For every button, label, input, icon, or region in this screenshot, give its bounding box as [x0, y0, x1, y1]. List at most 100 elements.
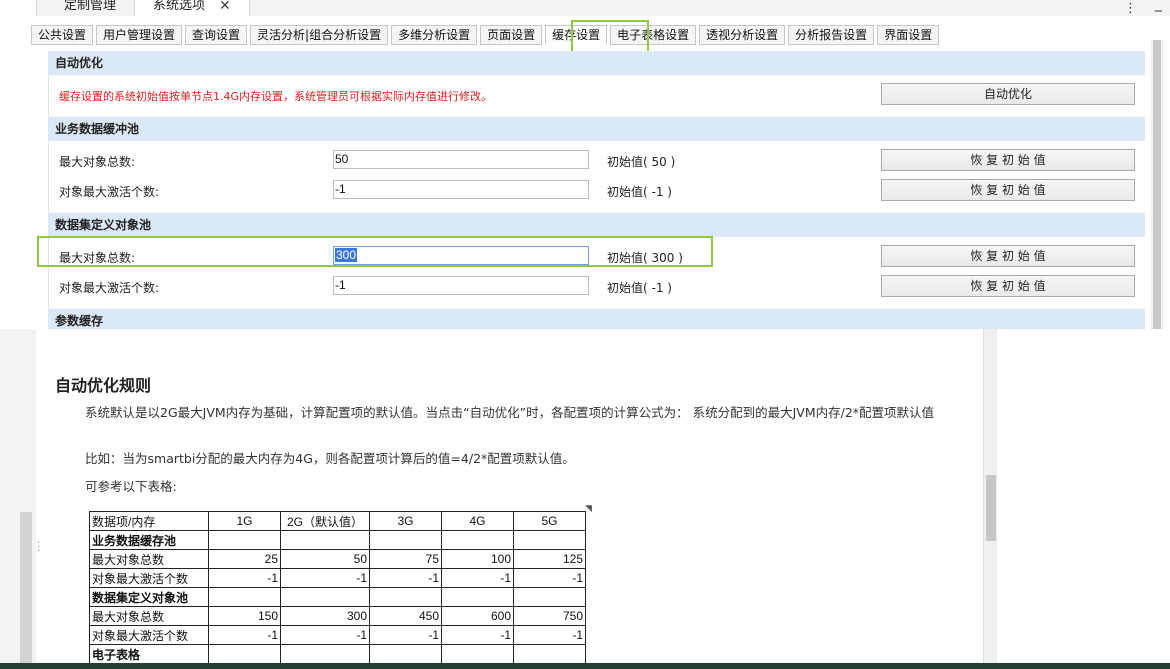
table-cell	[369, 530, 442, 550]
table-cell: 最大对象总数	[89, 606, 209, 626]
restore-default-button[interactable]: 恢 复 初 始 值	[881, 245, 1135, 267]
table-cell	[369, 587, 442, 607]
section-header-auto-optimize: 自动优化	[48, 51, 1145, 75]
dataset-max-active-objects-input[interactable]: -1	[333, 276, 589, 295]
table-cell: 450	[369, 606, 442, 626]
table-row: 对象最大激活个数 -1 -1 -1 -1 -1	[89, 568, 586, 588]
table-cell: 750	[513, 606, 586, 626]
table-cell: 25	[208, 549, 281, 569]
table-cell: -1	[208, 568, 281, 588]
table-cell: 对象最大激活个数	[89, 568, 209, 588]
table-cell: 300	[280, 606, 370, 626]
initial-value-text: 初始值( -1 )	[607, 185, 672, 199]
left-scrollbar[interactable]	[20, 512, 32, 669]
tab-olap-settings[interactable]: 多维分析设置	[391, 25, 478, 45]
tab-system-options[interactable]: 系统选项 ✕	[134, 0, 250, 16]
table-cell: 50	[280, 549, 370, 569]
paragraph-example: 比如：当为smartbi分配的最大内存为4G，则各配置项计算后的值=4/2*配置…	[85, 451, 575, 466]
tab-pivot-settings[interactable]: 透视分析设置	[699, 25, 786, 45]
auto-optimize-button[interactable]: 自动优化	[881, 83, 1135, 105]
restore-default-button[interactable]: 恢 复 初 始 值	[881, 149, 1135, 171]
label-max-active-objects: 对象最大激活个数:	[59, 281, 160, 295]
table-cell: 最大对象总数	[89, 549, 209, 569]
system-options-window: 定制管理 系统选项 ✕ ⋮ _ 公共设置 用户管理设置 查询设置 灵活分析|组合…	[0, 0, 1170, 329]
table-header-cell: 5G	[513, 511, 586, 531]
table-cell: -1	[441, 568, 514, 588]
table-cell: -1	[513, 568, 586, 588]
tab-user-management-settings[interactable]: 用户管理设置	[96, 25, 183, 45]
settings-tab-bar: 公共设置 用户管理设置 查询设置 灵活分析|组合分析设置 多维分析设置 页面设置…	[31, 25, 940, 45]
highlight-box-dataset-max-objects	[37, 236, 713, 267]
table-cell: 100	[441, 549, 514, 569]
table-cell: 对象最大激活个数	[89, 625, 209, 645]
table-cell: -1	[280, 568, 370, 588]
close-icon[interactable]: ✕	[219, 0, 231, 16]
table-cell	[208, 587, 281, 607]
tab-query-settings[interactable]: 查询设置	[185, 25, 248, 45]
tab-label: 定制管理	[64, 0, 117, 13]
section-header-business-data-pool: 业务数据缓冲池	[48, 117, 1145, 141]
label-max-object-total: 最大对象总数:	[59, 155, 136, 169]
table-cell: 150	[208, 606, 281, 626]
table-row: 对象最大激活个数 -1 -1 -1 -1 -1	[89, 625, 586, 645]
table-cell	[441, 644, 514, 664]
document-left-gutter: · · ·	[0, 329, 40, 669]
table-cell: 业务数据缓存池	[89, 530, 209, 550]
drag-handle-icon[interactable]: · · ·	[37, 539, 40, 557]
table-cell	[369, 644, 442, 664]
table-header-cell: 3G	[369, 511, 442, 531]
table-header-row: 数据项/内存 1G 2G（默认值） 3G 4G 5G	[89, 511, 586, 531]
minimize-icon[interactable]: _	[1155, 0, 1162, 12]
table-cell: 600	[441, 606, 514, 626]
table-row: 电子表格	[89, 644, 586, 664]
tab-interface-settings[interactable]: 界面设置	[877, 25, 940, 45]
label-max-active-objects: 对象最大激活个数:	[59, 185, 160, 199]
tab-custom-management[interactable]: 定制管理	[46, 0, 134, 16]
help-document: · · · 自动优化规则 系统默认是以2G最大JVM内存为基础，计算配置项的默认值。…	[0, 329, 1170, 669]
table-header-cell: 4G	[441, 511, 514, 531]
screen: 定制管理 系统选项 ✕ ⋮ _ 公共设置 用户管理设置 查询设置 灵活分析|组合…	[0, 0, 1170, 669]
business-max-active-objects-input[interactable]: -1	[333, 180, 589, 199]
table-resize-handle-icon[interactable]: ◥	[585, 504, 592, 514]
restore-default-button[interactable]: 恢 复 初 始 值	[881, 179, 1135, 201]
table-header-cell: 1G	[208, 511, 281, 531]
table-cell	[208, 530, 281, 550]
tab-page-settings[interactable]: 页面设置	[480, 25, 543, 45]
section-header-dataset-definition-pool: 数据集定义对象池	[48, 213, 1145, 237]
page-title: 自动优化规则	[55, 376, 152, 395]
tab-adhoc-combined-analysis-settings[interactable]: 灵活分析|组合分析设置	[250, 25, 389, 45]
document-tabs: 定制管理 系统选项 ✕	[46, 0, 250, 16]
table-cell	[441, 530, 514, 550]
business-max-object-total-input[interactable]: 50	[333, 150, 589, 169]
tab-public-settings[interactable]: 公共设置	[31, 25, 94, 45]
paragraph-refer-table: 可参考以下表格:	[85, 479, 177, 494]
table-cell: -1	[369, 625, 442, 645]
table-cell	[441, 587, 514, 607]
document-scrollbar[interactable]	[983, 329, 997, 669]
more-menu-icon[interactable]: ⋮	[1124, 1, 1138, 16]
table-row: 最大对象总数 150 300 450 600 750	[89, 606, 586, 626]
taskbar-strip	[0, 663, 1170, 669]
tab-label: 系统选项	[153, 0, 206, 13]
tab-analysis-report-settings[interactable]: 分析报告设置	[788, 25, 875, 45]
table-cell	[513, 587, 586, 607]
restore-default-button[interactable]: 恢 复 初 始 值	[881, 275, 1135, 297]
table-cell: 数据集定义对象池	[89, 587, 209, 607]
table-cell	[280, 587, 370, 607]
table-cell: 125	[513, 549, 586, 569]
table-cell: 75	[369, 549, 442, 569]
section-header-parameter-cache: 参数缓存	[48, 309, 1145, 329]
table-header-cell: 数据项/内存	[89, 511, 209, 531]
table-cell	[280, 530, 370, 550]
table-cell	[280, 644, 370, 664]
scrollbar-thumb[interactable]	[1153, 40, 1161, 329]
table-cell: -1	[441, 625, 514, 645]
cache-settings-note: 缓存设置的系统初始值按单节点1.4G内存设置，系统管理员可根据实际内存值进行修改…	[59, 90, 493, 103]
table-cell	[513, 644, 586, 664]
table-cell: -1	[513, 625, 586, 645]
table-row: 数据集定义对象池	[89, 587, 586, 607]
scrollbar-thumb[interactable]	[986, 475, 996, 541]
table-row: 业务数据缓存池	[89, 530, 586, 550]
settings-scrollbar[interactable]	[1151, 40, 1163, 329]
table-cell: -1	[369, 568, 442, 588]
